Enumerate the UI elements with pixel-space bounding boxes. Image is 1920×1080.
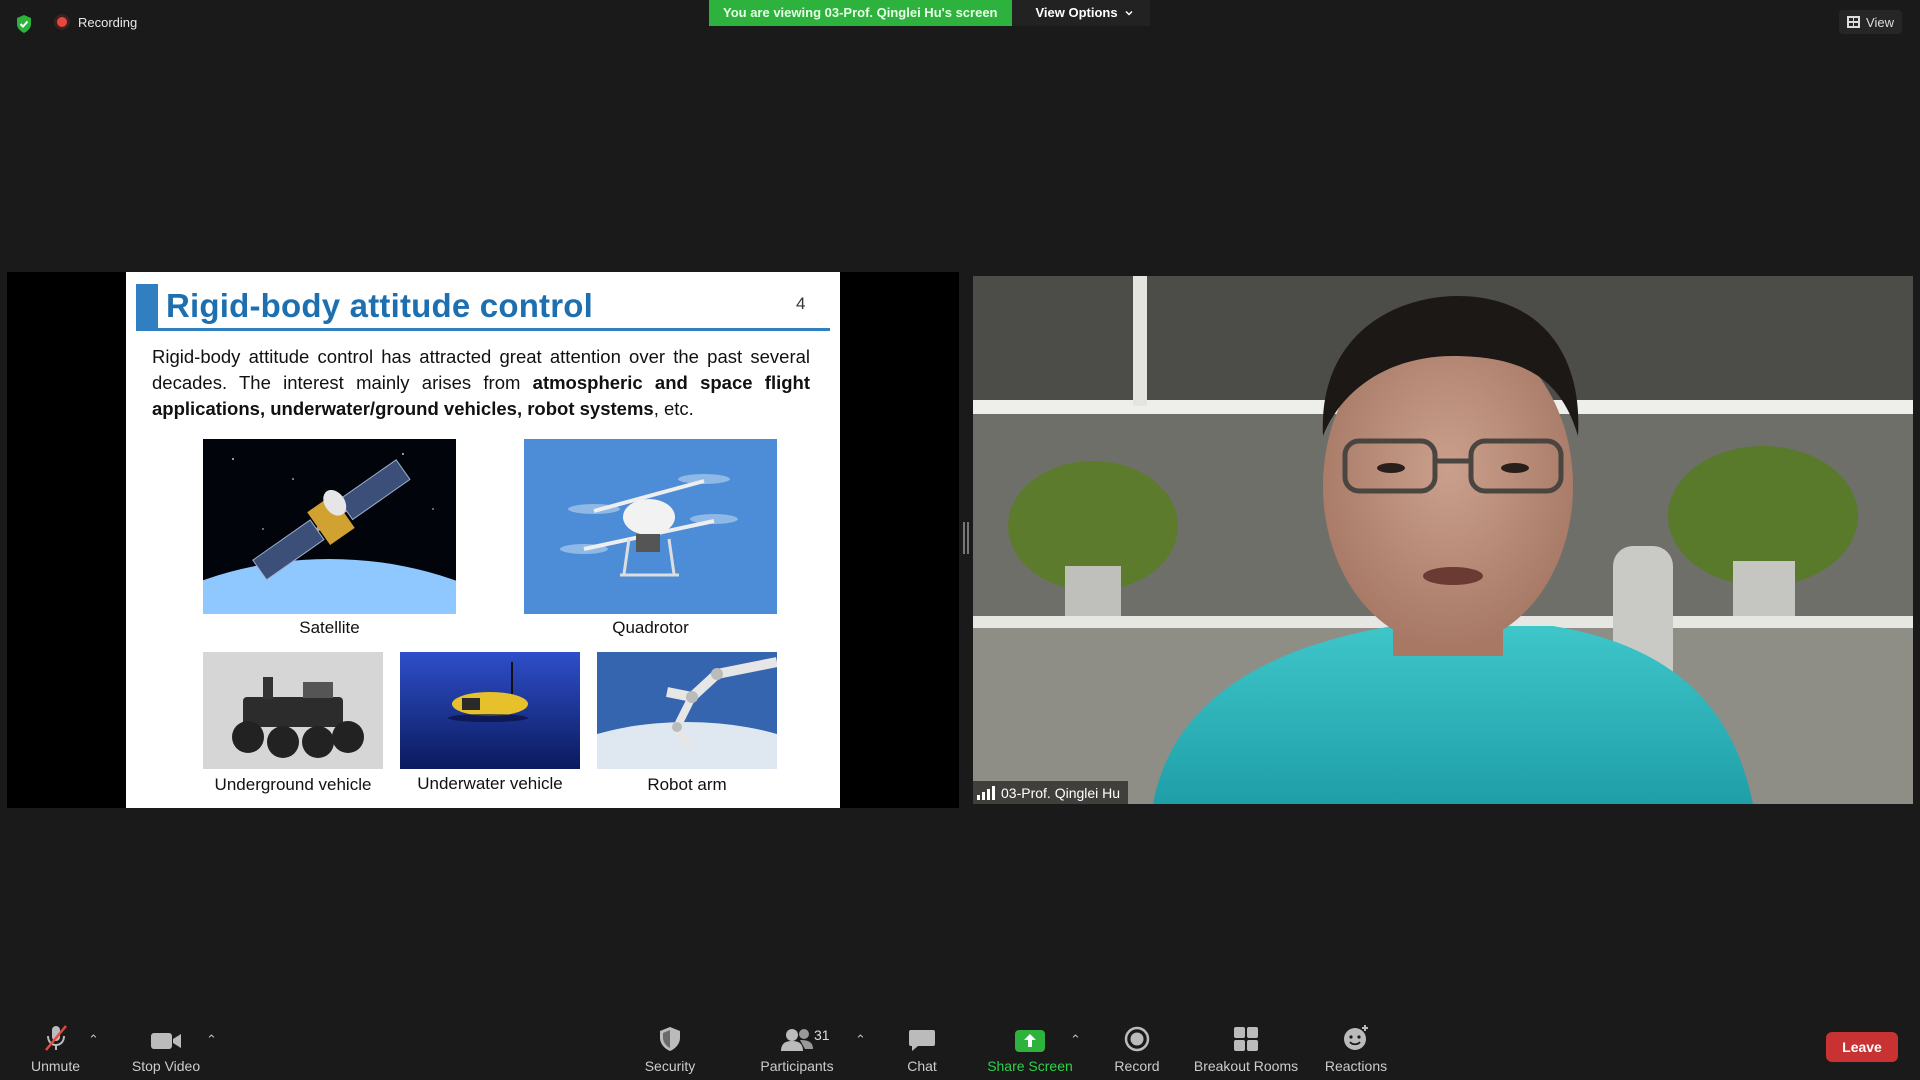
chat-label: Chat — [907, 1058, 937, 1074]
participants-button[interactable]: Participants — [752, 1012, 842, 1080]
breakout-rooms-icon — [1234, 1027, 1258, 1051]
video-camera-icon — [151, 1033, 181, 1049]
unmute-button[interactable]: Unmute — [18, 1012, 93, 1080]
share-screen-arrow-icon — [1015, 1030, 1045, 1052]
participant-name-tag: 03-Prof. Qinglei Hu — [973, 781, 1129, 804]
recording-dot-icon — [54, 14, 70, 30]
participant-count: 31 — [814, 1027, 830, 1043]
breakout-rooms-button[interactable]: Breakout Rooms — [1188, 1012, 1304, 1080]
stop-video-label: Stop Video — [131, 1058, 201, 1074]
slide-title: Rigid-body attitude control — [166, 287, 594, 324]
split-view-divider-handle[interactable] — [963, 522, 969, 554]
quadrotor-image — [524, 439, 777, 614]
chat-button[interactable]: Chat — [882, 1012, 962, 1080]
chat-bubble-icon — [909, 1030, 935, 1051]
security-shield-icon — [660, 1027, 680, 1051]
caption-robot-arm: Robot arm — [647, 775, 727, 794]
slide-title-accent — [136, 284, 158, 328]
audio-options-caret-icon[interactable]: ⌃ — [88, 1032, 99, 1048]
screen-share-banner: You are viewing 03-Prof. Qinglei Hu's sc… — [709, 0, 1150, 26]
leave-meeting-button[interactable]: Leave — [1826, 1032, 1898, 1062]
slide-page-number: 4 — [796, 294, 806, 313]
reactions-button[interactable]: Reactions — [1316, 1012, 1396, 1080]
participant-video[interactable] — [973, 276, 1913, 804]
participant-name: 03-Prof. Qinglei Hu — [1001, 784, 1121, 801]
view-options-button[interactable]: View Options — [1011, 0, 1150, 26]
record-icon — [1124, 1026, 1150, 1052]
meeting-toolbar: Unmute ⌃ Stop Video ⌃ Security Participa… — [0, 1012, 1920, 1080]
security-button[interactable]: Security — [630, 1012, 710, 1080]
recording-label: Recording — [78, 14, 138, 30]
encryption-shield-icon[interactable] — [14, 14, 34, 34]
reactions-smiley-icon — [1344, 1025, 1368, 1050]
microphone-muted-icon — [44, 1025, 67, 1051]
presentation-slide: Rigid-body attitude control 4 Rigid-body… — [126, 272, 840, 808]
connection-signal-icon — [977, 785, 995, 800]
viewing-screen-message: You are viewing 03-Prof. Qinglei Hu's sc… — [709, 0, 1012, 26]
caption-quadrotor: Quadrotor — [612, 618, 689, 637]
satellite-image — [203, 439, 456, 614]
underground-vehicle-image — [203, 652, 383, 769]
slide-body-plain-2: , etc. — [653, 398, 694, 419]
breakout-rooms-label: Breakout Rooms — [1193, 1058, 1299, 1074]
participants-icon — [781, 1029, 813, 1051]
slide-title-rule — [136, 328, 830, 331]
share-screen-label: Share Screen — [987, 1058, 1073, 1074]
security-label: Security — [644, 1058, 696, 1074]
view-options-label: View Options — [1035, 5, 1118, 20]
recording-indicator[interactable]: Recording — [54, 14, 137, 30]
reactions-label: Reactions — [1324, 1058, 1388, 1074]
grid-view-icon — [1847, 16, 1861, 28]
share-options-caret-icon[interactable]: ⌃ — [1070, 1032, 1081, 1048]
caption-underground-vehicle: Underground vehicle — [214, 775, 372, 794]
stop-video-button[interactable]: Stop Video — [126, 1012, 206, 1080]
participants-label: Participants — [760, 1058, 834, 1074]
video-options-caret-icon[interactable]: ⌃ — [206, 1032, 217, 1048]
view-layout-button[interactable]: View — [1839, 10, 1902, 34]
unmute-label: Unmute — [30, 1058, 81, 1074]
record-button[interactable]: Record — [1097, 1012, 1177, 1080]
participants-options-caret-icon[interactable]: ⌃ — [855, 1032, 866, 1048]
caption-satellite: Satellite — [299, 618, 360, 637]
caption-underwater-vehicle: Underwater vehicle — [417, 774, 563, 793]
view-label: View — [1866, 14, 1894, 30]
underwater-vehicle-image — [400, 652, 580, 769]
share-screen-button[interactable]: Share Screen — [980, 1012, 1080, 1080]
chevron-down-icon — [1125, 10, 1133, 16]
shared-screen[interactable]: Rigid-body attitude control 4 Rigid-body… — [7, 272, 959, 808]
slide-body-text: Rigid-body attitude control has attracte… — [152, 344, 810, 422]
record-label: Record — [1114, 1058, 1160, 1074]
robot-arm-image — [597, 652, 777, 769]
